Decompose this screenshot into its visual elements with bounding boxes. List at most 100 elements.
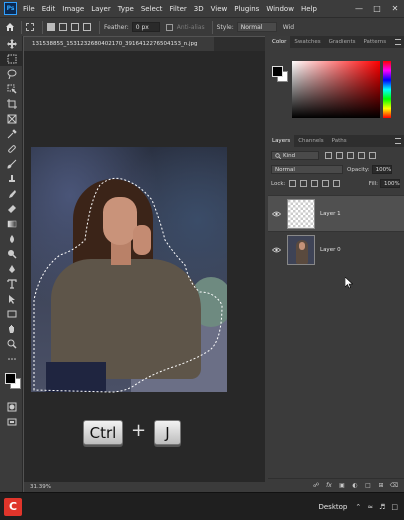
- intersect-selection-icon[interactable]: [83, 23, 91, 31]
- lock-position-icon[interactable]: [311, 180, 319, 187]
- new-layer-icon[interactable]: ⊞: [377, 482, 385, 490]
- subtract-selection-icon[interactable]: [71, 23, 79, 31]
- more-tools-icon[interactable]: [0, 351, 23, 366]
- crop-tool-icon[interactable]: [0, 96, 23, 111]
- dodge-tool-icon[interactable]: [0, 246, 23, 261]
- filter-smart-object-icon[interactable]: [369, 152, 376, 159]
- layer-1-name[interactable]: Layer 1: [320, 211, 341, 217]
- layer-mask-icon[interactable]: ▣: [338, 482, 346, 490]
- menu-file[interactable]: File: [23, 5, 35, 13]
- menu-edit[interactable]: Edit: [42, 5, 56, 13]
- layer-0-name[interactable]: Layer 0: [320, 247, 341, 253]
- screen-mode-icon[interactable]: [0, 414, 23, 429]
- healing-brush-tool-icon[interactable]: [0, 141, 23, 156]
- chevron-up-icon[interactable]: ⌃: [355, 503, 361, 511]
- menu-type[interactable]: Type: [118, 5, 134, 13]
- delete-layer-icon[interactable]: ⌫: [390, 482, 398, 490]
- tab-channels[interactable]: Channels: [294, 135, 327, 147]
- hand-tool-icon[interactable]: [0, 321, 23, 336]
- menu-window[interactable]: Window: [266, 5, 294, 13]
- feather-input[interactable]: 0 px: [131, 22, 160, 32]
- eraser-tool-icon[interactable]: [0, 201, 23, 216]
- add-selection-icon[interactable]: [59, 23, 67, 31]
- minimize-button[interactable]: —: [350, 4, 368, 13]
- style-dropdown[interactable]: Normal: [236, 22, 277, 32]
- panel-menu-icon[interactable]: [395, 39, 401, 45]
- lock-image-icon[interactable]: [300, 180, 308, 187]
- tab-swatches[interactable]: Swatches: [290, 36, 324, 48]
- blur-tool-icon[interactable]: [0, 231, 23, 246]
- move-tool-icon[interactable]: [0, 36, 23, 51]
- visibility-eye-icon[interactable]: [268, 247, 284, 253]
- document-tab[interactable]: 131538855_1531232680402170_3916412276504…: [24, 37, 214, 51]
- wifi-icon[interactable]: ≈: [367, 503, 373, 511]
- history-brush-tool-icon[interactable]: [0, 186, 23, 201]
- menu-plugins[interactable]: Plugins: [234, 5, 259, 13]
- quick-mask-icon[interactable]: [0, 399, 23, 414]
- lock-transparency-icon[interactable]: [289, 180, 297, 187]
- gradient-tool-icon[interactable]: [0, 216, 23, 231]
- rectangle-tool-icon[interactable]: [0, 306, 23, 321]
- layer-row-layer-1[interactable]: Layer 1: [268, 195, 404, 231]
- color-picker-field[interactable]: [292, 61, 380, 118]
- tab-patterns[interactable]: Patterns: [359, 36, 390, 48]
- tab-color[interactable]: Color: [268, 36, 291, 48]
- visibility-eye-icon[interactable]: [268, 211, 284, 217]
- antialias-checkbox[interactable]: [165, 23, 173, 31]
- fill-input[interactable]: 100%: [380, 179, 400, 188]
- group-folder-icon[interactable]: □: [364, 482, 372, 490]
- filter-kind-dropdown[interactable]: Kind: [271, 151, 319, 160]
- layer-row-layer-0[interactable]: Layer 0: [268, 231, 404, 267]
- hue-slider[interactable]: [383, 61, 391, 118]
- home-icon[interactable]: [3, 20, 17, 34]
- menu-help[interactable]: Help: [301, 5, 317, 13]
- desktop-label[interactable]: Desktop: [318, 503, 347, 511]
- lock-all-icon[interactable]: [333, 180, 341, 187]
- zoom-level[interactable]: 31.39%: [30, 484, 51, 490]
- new-selection-icon[interactable]: [47, 23, 55, 31]
- tab-paths[interactable]: Paths: [328, 135, 351, 147]
- menu-layer[interactable]: Layer: [91, 5, 111, 13]
- marquee-tool-preset-icon[interactable]: [26, 23, 34, 31]
- menu-view[interactable]: View: [211, 5, 228, 13]
- close-button[interactable]: ✕: [386, 4, 404, 13]
- menu-image[interactable]: Image: [62, 5, 84, 13]
- taskbar-app-icon[interactable]: C: [4, 497, 22, 516]
- object-selection-tool-icon[interactable]: [0, 81, 23, 96]
- zoom-tool-icon[interactable]: [0, 336, 23, 351]
- notification-icon[interactable]: □: [391, 503, 398, 511]
- color-panel-foreground-swatch[interactable]: [272, 66, 283, 77]
- path-selection-tool-icon[interactable]: [0, 291, 23, 306]
- filter-adjustment-icon[interactable]: [336, 152, 343, 159]
- menu-filter[interactable]: Filter: [169, 5, 186, 13]
- brush-tool-icon[interactable]: [0, 156, 23, 171]
- canvas-photo[interactable]: [31, 147, 227, 392]
- filter-shape-icon[interactable]: [358, 152, 365, 159]
- volume-icon[interactable]: ♬: [379, 503, 385, 511]
- photo-jeans: [46, 362, 106, 392]
- tab-gradients[interactable]: Gradients: [325, 36, 360, 48]
- color-swatches[interactable]: [0, 369, 23, 399]
- filter-type-icon[interactable]: [347, 152, 354, 159]
- blend-mode-dropdown[interactable]: Normal: [271, 165, 343, 174]
- filter-pixel-icon[interactable]: [325, 152, 332, 159]
- layer-style-icon[interactable]: fx: [325, 482, 333, 490]
- foreground-color-swatch[interactable]: [5, 373, 16, 384]
- type-tool-icon[interactable]: [0, 276, 23, 291]
- lasso-tool-icon[interactable]: [0, 66, 23, 81]
- adjustment-layer-icon[interactable]: ◐: [351, 482, 359, 490]
- tab-layers[interactable]: Layers: [268, 135, 295, 147]
- eyedropper-tool-icon[interactable]: [0, 126, 23, 141]
- opacity-input[interactable]: 100%: [371, 165, 392, 174]
- menu-select[interactable]: Select: [141, 5, 163, 13]
- lock-artboard-icon[interactable]: [322, 180, 330, 187]
- layers-panel-menu-icon[interactable]: [395, 138, 401, 144]
- clone-stamp-tool-icon[interactable]: [0, 171, 23, 186]
- marquee-tool-icon[interactable]: [0, 51, 23, 66]
- link-layers-icon[interactable]: ☍: [312, 482, 320, 490]
- pen-tool-icon[interactable]: [0, 261, 23, 276]
- photoshop-logo[interactable]: Ps: [4, 2, 17, 15]
- frame-tool-icon[interactable]: [0, 111, 23, 126]
- menu-3d[interactable]: 3D: [194, 5, 204, 13]
- maximize-button[interactable]: □: [368, 4, 386, 13]
